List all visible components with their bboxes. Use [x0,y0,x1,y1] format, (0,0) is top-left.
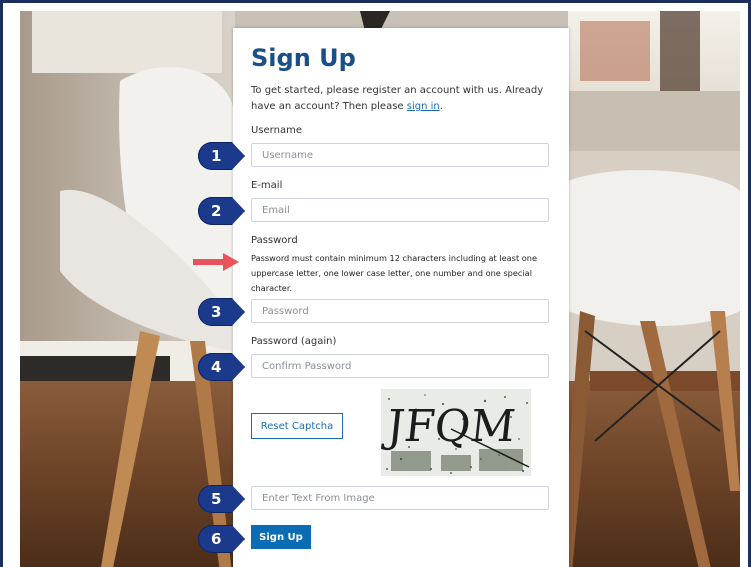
screenshot-frame: Sign Up To get started, please register … [0,0,751,567]
captcha-answer-input[interactable] [251,486,549,510]
intro-text: To get started, please register an accou… [251,83,551,115]
email-input[interactable] [251,198,549,222]
page-title: Sign Up [251,44,356,72]
captcha-image: JFQM [381,389,531,476]
intro-text-end: . [439,101,443,112]
sign-in-link[interactable]: sign in [407,101,440,112]
red-arrow-icon [193,253,239,271]
username-label: Username [251,125,302,136]
email-label: E-mail [251,180,283,191]
intro-text-body: To get started, please register an accou… [251,85,544,112]
password-label: Password [251,235,298,246]
password-requirements-note: Password must contain minimum 12 charact… [251,253,537,293]
password-input[interactable] [251,299,549,323]
reset-captcha-button[interactable]: Reset Captcha [251,413,343,439]
signup-card: Sign Up To get started, please register … [233,28,569,567]
username-input[interactable] [251,143,549,167]
confirm-password-input[interactable] [251,354,549,378]
password-again-label: Password (again) [251,336,337,347]
captcha-text: JFQM [381,401,518,452]
sign-up-button[interactable]: Sign Up [251,525,311,549]
